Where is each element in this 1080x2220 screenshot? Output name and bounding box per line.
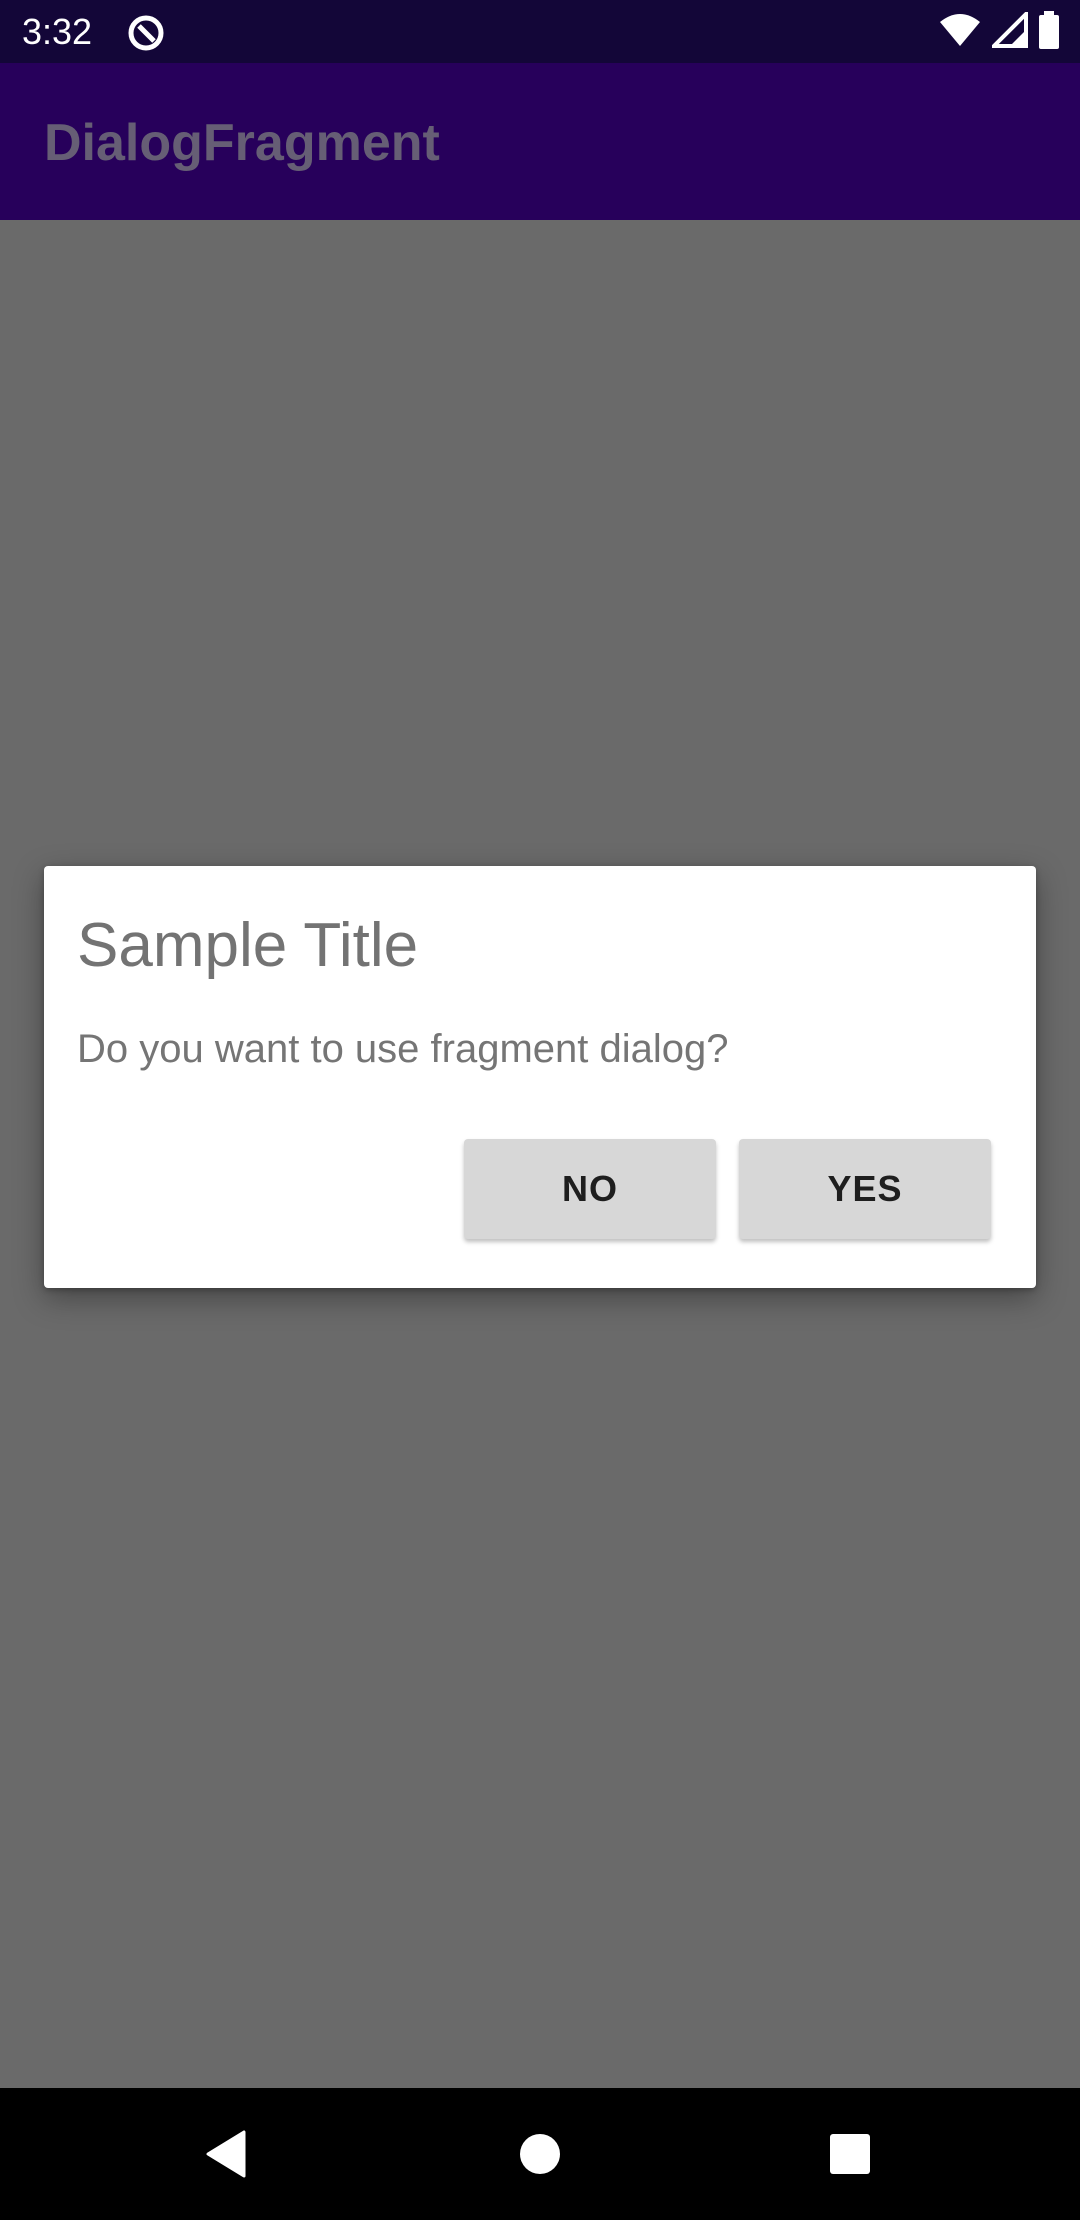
status-bar: 3:32 — [0, 0, 1080, 63]
yes-button[interactable]: YES — [739, 1139, 991, 1239]
status-time: 3:32 — [22, 11, 93, 52]
status-icons — [938, 8, 1060, 54]
dialog-message: Do you want to use fragment dialog? — [77, 1027, 729, 1071]
home-icon[interactable] — [510, 2124, 570, 2184]
no-button[interactable]: NO — [464, 1139, 716, 1239]
back-icon[interactable] — [196, 2124, 256, 2184]
battery-icon — [1038, 10, 1060, 54]
recents-icon[interactable] — [820, 2124, 880, 2184]
dialog-title: Sample Title — [77, 911, 419, 980]
signal-icon — [989, 8, 1028, 53]
screen: 3:32 DialogFragment Sample Title Do you … — [0, 0, 1080, 2220]
app-notification-icon — [126, 13, 166, 53]
app-title: DialogFragment — [44, 114, 440, 172]
alert-dialog: Sample Title Do you want to use fragment… — [44, 866, 1036, 1288]
wifi-icon — [938, 12, 982, 53]
navigation-bar — [0, 2088, 1080, 2220]
app-bar: DialogFragment — [0, 63, 1080, 220]
